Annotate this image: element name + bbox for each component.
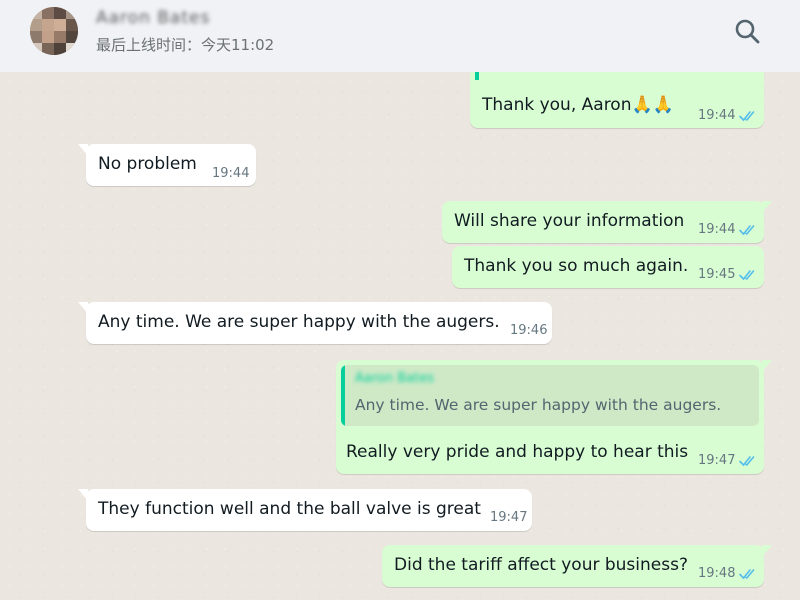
message-text: They function well and the ball valve is…	[98, 499, 481, 519]
double-check-icon	[739, 110, 755, 121]
message-meta: 19:46	[510, 323, 547, 338]
message-time: 19:48	[698, 566, 736, 581]
message-time: 19:46	[510, 323, 548, 338]
message-meta: 19:47	[490, 510, 527, 525]
message-meta: 19:45	[698, 267, 758, 282]
message-text: Did the tariff affect your business?	[394, 555, 688, 575]
message-bubble-outgoing[interactable]: Thank you so much again. 19:45	[452, 246, 764, 288]
message-time: 19:44	[698, 222, 736, 237]
message-time: 19:44	[698, 108, 736, 123]
message-bubble-incoming[interactable]: No problem 19:44	[78, 144, 256, 186]
message-time: 19:44	[212, 166, 250, 181]
message-bubble-outgoing[interactable]: Aaron Bates Any time. We are super happy…	[336, 360, 772, 474]
search-icon[interactable]	[732, 16, 764, 48]
message-meta: 19:44	[698, 108, 758, 123]
contact-name[interactable]: Aaron Bates	[96, 8, 210, 28]
message-time: 19:47	[698, 453, 736, 468]
message-time: 19:47	[490, 510, 528, 525]
message-bubble-incoming[interactable]: They function well and the ball valve is…	[78, 489, 532, 531]
last-seen-status: 最后上线时间：今天11:02	[96, 36, 275, 54]
chat-header: Aaron Bates 最后上线时间：今天11:02	[0, 0, 800, 72]
message-text: Thank you, Aaron🙏🙏	[482, 95, 674, 115]
message-bubble-outgoing[interactable]: Will share your information 19:44	[442, 201, 772, 243]
quoted-text: Any time. We are super happy with the au…	[355, 396, 722, 414]
message-text: No problem	[98, 154, 197, 174]
message-bubble-incoming[interactable]: Any time. We are super happy with the au…	[78, 302, 552, 344]
double-check-icon	[739, 568, 755, 579]
double-check-icon	[739, 269, 755, 280]
message-text: Really very pride and happy to hear this	[346, 442, 689, 462]
quote-accent-bar	[341, 365, 345, 426]
quoted-sender-name: Aaron Bates	[355, 371, 434, 386]
message-meta: 19:48	[698, 566, 758, 581]
message-text: Any time. We are super happy with the au…	[98, 312, 500, 332]
double-check-icon	[739, 224, 755, 235]
message-meta: 19:44	[212, 166, 249, 181]
message-text: Will share your information	[454, 211, 685, 231]
avatar[interactable]	[30, 7, 78, 55]
message-time: 19:45	[698, 267, 736, 282]
message-bubble-outgoing[interactable]: Did the tariff affect your business? 19:…	[382, 545, 772, 587]
message-text: Thank you so much again.	[464, 256, 689, 276]
message-meta: 19:47	[698, 453, 758, 468]
message-meta: 19:44	[698, 222, 758, 237]
double-check-icon	[739, 455, 755, 466]
quoted-message[interactable]: Aaron Bates Any time. We are super happy…	[341, 365, 759, 426]
